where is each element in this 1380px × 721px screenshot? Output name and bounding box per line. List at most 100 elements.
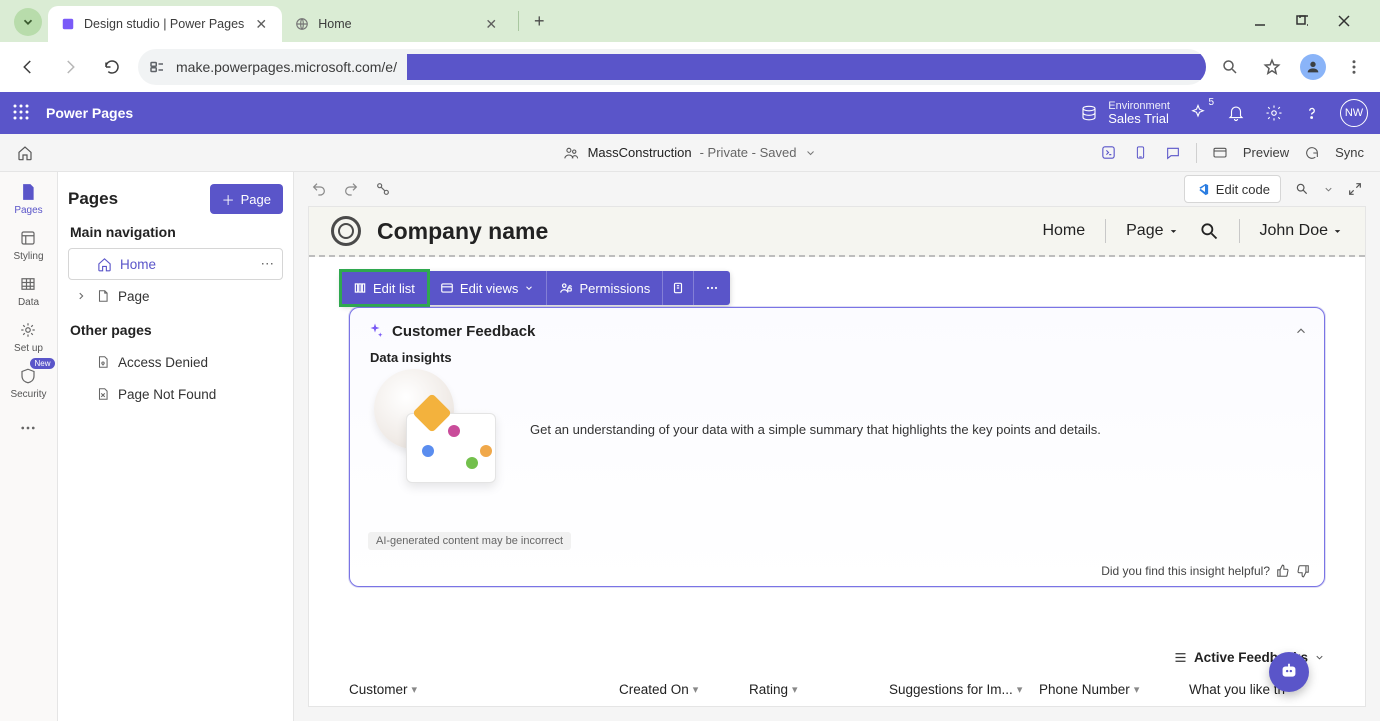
col-suggestions[interactable]: Suggestions for Im...▾ bbox=[889, 682, 1039, 697]
col-created-on[interactable]: Created On▾ bbox=[619, 682, 749, 697]
sync-button[interactable]: Sync bbox=[1335, 145, 1364, 160]
col-rating[interactable]: Rating▾ bbox=[749, 682, 889, 697]
notifications-icon[interactable] bbox=[1226, 103, 1246, 123]
site-name[interactable]: MassConstruction bbox=[588, 145, 692, 160]
rail-item-styling[interactable]: Styling bbox=[5, 222, 53, 268]
canvas-area: Edit code Company name Home Page John Do… bbox=[294, 172, 1380, 721]
list-floating-toolbar: Edit list Edit views Permissions bbox=[341, 271, 730, 305]
company-logo[interactable] bbox=[331, 216, 361, 246]
left-rail: Pages Styling Data Set up New Security bbox=[0, 172, 58, 721]
nav-search-icon[interactable] bbox=[1199, 221, 1219, 241]
site-info-icon[interactable] bbox=[148, 58, 166, 76]
section-other-pages: Other pages bbox=[70, 322, 283, 338]
back-button[interactable] bbox=[12, 51, 44, 83]
col-customer[interactable]: Customer▾ bbox=[349, 682, 619, 697]
add-page-button[interactable]: ＋ Page bbox=[210, 184, 283, 214]
chevron-right-icon[interactable] bbox=[76, 291, 88, 301]
preview-button[interactable]: Preview bbox=[1243, 145, 1289, 160]
home-shortcut-icon[interactable] bbox=[16, 144, 34, 162]
thumbs-up-button[interactable] bbox=[1276, 564, 1290, 578]
chevron-down-icon[interactable] bbox=[1323, 184, 1334, 195]
expand-button[interactable] bbox=[1344, 178, 1366, 200]
forward-button[interactable] bbox=[54, 51, 86, 83]
redo-button[interactable] bbox=[340, 178, 362, 200]
tab-search-button[interactable] bbox=[14, 8, 42, 36]
rail-item-security[interactable]: New Security bbox=[5, 360, 53, 406]
permissions-icon bbox=[559, 281, 573, 295]
collapse-icon[interactable] bbox=[1294, 324, 1308, 338]
undo-button[interactable] bbox=[308, 178, 330, 200]
item-menu-icon[interactable]: ⋯ bbox=[261, 256, 275, 272]
mobile-preview-icon[interactable] bbox=[1132, 144, 1150, 162]
chatbot-button[interactable] bbox=[1269, 652, 1309, 692]
tab-title: Home bbox=[318, 17, 351, 31]
copilot-icon[interactable]: 5 bbox=[1188, 103, 1208, 123]
new-tab-button[interactable]: + bbox=[525, 7, 553, 35]
copilot-subbar-icon[interactable] bbox=[1100, 144, 1118, 162]
tree-item-not-found[interactable]: Page Not Found bbox=[68, 378, 283, 410]
pages-icon bbox=[19, 183, 39, 203]
browser-menu-icon[interactable] bbox=[1340, 53, 1368, 81]
minimize-button[interactable] bbox=[1248, 9, 1272, 33]
help-icon[interactable] bbox=[1302, 103, 1322, 123]
rail-item-pages[interactable]: Pages bbox=[5, 176, 53, 222]
comments-icon[interactable] bbox=[1164, 144, 1182, 162]
new-badge: New bbox=[30, 358, 54, 369]
profile-button[interactable] bbox=[1300, 54, 1326, 80]
data-icon bbox=[19, 275, 39, 295]
maximize-button[interactable] bbox=[1290, 9, 1314, 33]
col-phone[interactable]: Phone Number▾ bbox=[1039, 682, 1189, 697]
chevron-down-icon[interactable] bbox=[804, 147, 816, 159]
close-button[interactable] bbox=[1332, 9, 1356, 33]
copilot-list-button[interactable] bbox=[663, 271, 694, 305]
browser-tab-active[interactable]: Design studio | Power Pages ✕ bbox=[48, 6, 282, 42]
zoom-dropdown[interactable] bbox=[1291, 178, 1313, 200]
insight-text: Get an understanding of your data with a… bbox=[530, 422, 1304, 437]
tab-favicon-icon bbox=[60, 16, 76, 32]
people-icon bbox=[564, 145, 580, 161]
thumbs-down-button[interactable] bbox=[1296, 564, 1310, 578]
company-name[interactable]: Company name bbox=[377, 218, 548, 245]
separator bbox=[1105, 219, 1106, 243]
chevron-down-icon[interactable] bbox=[1314, 652, 1325, 663]
settings-icon[interactable] bbox=[1264, 103, 1284, 123]
bookmark-icon[interactable] bbox=[1258, 53, 1286, 81]
shield-icon bbox=[19, 367, 39, 387]
url-bar[interactable]: make.powerpages.microsoft.com/e/ bbox=[138, 49, 1206, 85]
spacer bbox=[76, 355, 88, 370]
vscode-icon bbox=[1195, 182, 1210, 197]
zoom-icon[interactable] bbox=[1216, 53, 1244, 81]
tree-item-access-denied[interactable]: Access Denied bbox=[68, 346, 283, 378]
permissions-button[interactable]: Permissions bbox=[547, 271, 663, 305]
tree-item-home[interactable]: Home ⋯ bbox=[68, 248, 283, 280]
col-like[interactable]: What you like th bbox=[1189, 682, 1285, 697]
edit-list-button[interactable]: Edit list bbox=[341, 271, 428, 305]
tab-close-icon[interactable]: ✕ bbox=[252, 15, 270, 33]
nav-home[interactable]: Home bbox=[1042, 222, 1085, 240]
page-canvas: Company name Home Page John Doe Edit lis… bbox=[308, 206, 1366, 707]
panel-subtitle: Data insights bbox=[370, 350, 1308, 365]
app-launcher-icon[interactable] bbox=[12, 103, 32, 123]
rail-item-setup[interactable]: Set up bbox=[5, 314, 53, 360]
environment-picker[interactable]: Environment Sales Trial bbox=[1080, 100, 1170, 126]
tab-close-icon[interactable]: ✕ bbox=[482, 15, 500, 33]
browser-chrome: Design studio | Power Pages ✕ Home ✕ + m… bbox=[0, 0, 1380, 92]
environment-icon bbox=[1080, 104, 1098, 122]
tree-item-page[interactable]: Page bbox=[68, 280, 283, 312]
nav-user[interactable]: John Doe bbox=[1260, 222, 1344, 240]
user-avatar[interactable]: NW bbox=[1340, 99, 1368, 127]
rail-item-more[interactable] bbox=[5, 406, 53, 452]
nav-page[interactable]: Page bbox=[1126, 222, 1178, 240]
main-layout: Pages Styling Data Set up New Security P… bbox=[0, 172, 1380, 721]
reload-button[interactable] bbox=[96, 51, 128, 83]
sparkle-icon bbox=[366, 322, 384, 340]
browser-tab[interactable]: Home ✕ bbox=[282, 6, 512, 42]
link-button[interactable] bbox=[372, 178, 394, 200]
rail-item-data[interactable]: Data bbox=[5, 268, 53, 314]
address-bar-row: make.powerpages.microsoft.com/e/ bbox=[0, 42, 1380, 92]
edit-code-button[interactable]: Edit code bbox=[1184, 175, 1281, 203]
more-list-button[interactable] bbox=[694, 271, 730, 305]
edit-views-button[interactable]: Edit views bbox=[428, 271, 548, 305]
tab-separator bbox=[518, 11, 519, 31]
plus-icon: ＋ bbox=[222, 190, 235, 209]
